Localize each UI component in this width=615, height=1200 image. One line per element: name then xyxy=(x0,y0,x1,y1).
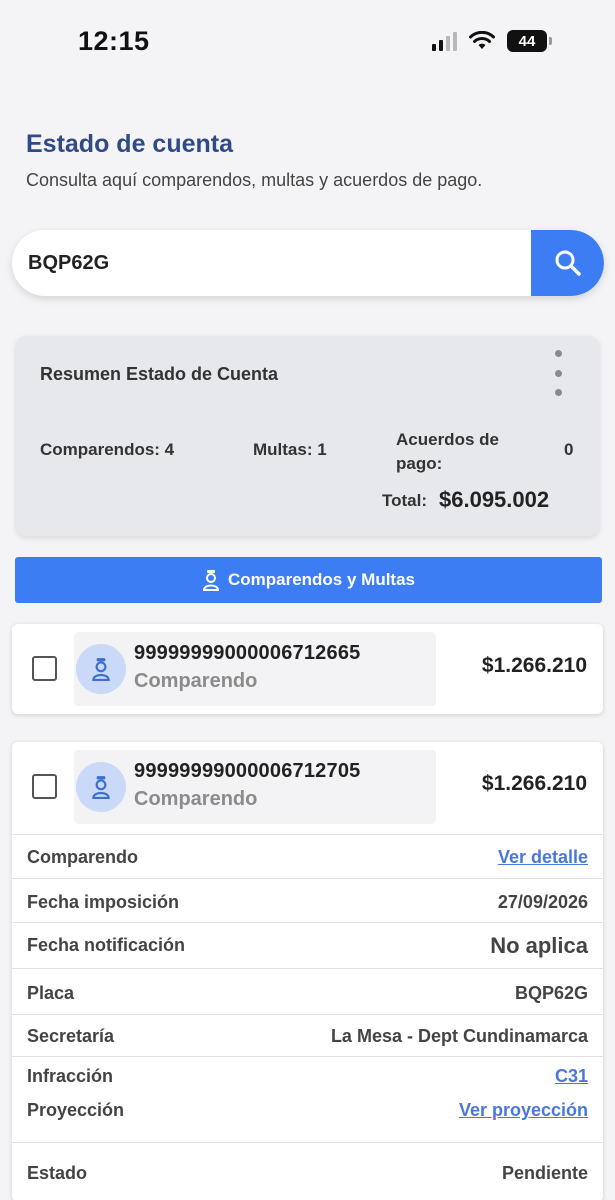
page-subtitle: Consulta aquí comparendos, multas y acue… xyxy=(26,170,483,190)
search-bar xyxy=(12,230,604,296)
summary-card: Resumen Estado de Cuenta Comparendos: 4 … xyxy=(16,336,599,536)
detail-row-estado: Estado Pendiente xyxy=(12,1142,603,1200)
item-type: Comparendo xyxy=(134,788,258,810)
status-icons: 44 xyxy=(432,30,552,52)
detail-label: Fecha imposición xyxy=(27,892,180,912)
ver-proyeccion-link[interactable]: Ver proyección xyxy=(459,1100,588,1121)
item-amount: $1.266.210 xyxy=(481,772,587,795)
detail-value: 27/09/2026 xyxy=(497,892,588,912)
item-info: 99999999000006712705 Comparendo xyxy=(74,750,436,824)
person-badge-icon xyxy=(202,570,219,591)
detail-row-fecha-notificacion: Fecha notificación No aplica xyxy=(12,922,603,968)
status-bar: 12:15 44 xyxy=(0,0,615,90)
detail-label: Estado xyxy=(27,1163,88,1183)
ver-detalle-link[interactable]: Ver detalle xyxy=(498,847,588,868)
item-info: 99999999000006712665 Comparendo xyxy=(74,632,436,706)
detail-row-proyeccion: Proyección Ver proyección xyxy=(12,1096,603,1142)
detail-label: Secretaría xyxy=(27,1026,115,1046)
acuerdos-label: Acuerdos de pago: xyxy=(396,430,499,473)
item-header: 99999999000006712665 Comparendo $1.266.2… xyxy=(12,624,603,714)
battery-icon: 44 xyxy=(507,30,552,52)
item-type: Comparendo xyxy=(134,670,258,692)
detail-row-comparendo: Comparendo Ver detalle xyxy=(12,834,603,878)
status-time: 12:15 xyxy=(78,26,150,56)
tab-comparendos-multas[interactable]: Comparendos y Multas xyxy=(15,557,602,603)
detail-value: BQP62G xyxy=(514,983,588,1003)
search-input[interactable] xyxy=(12,230,530,296)
comparendo-avatar-icon xyxy=(76,762,126,812)
more-options-icon[interactable] xyxy=(553,350,563,396)
detail-label: Infracción xyxy=(27,1066,114,1086)
detail-label: Proyección xyxy=(27,1100,125,1120)
multas-count: Multas: 1 xyxy=(253,440,327,459)
detail-row-secretaria: Secretaría La Mesa - Dept Cundinamarca xyxy=(12,1014,603,1056)
detail-value: No aplica xyxy=(490,933,588,958)
list-item[interactable]: 99999999000006712705 Comparendo $1.266.2… xyxy=(12,742,603,1200)
item-checkbox[interactable] xyxy=(32,774,57,799)
detail-value: La Mesa - Dept Cundinamarca xyxy=(330,1026,588,1046)
search-button[interactable] xyxy=(531,230,604,296)
total-value: $6.095.002 xyxy=(439,487,550,512)
cellular-signal-icon xyxy=(432,31,457,51)
item-checkbox[interactable] xyxy=(32,656,57,681)
wifi-icon xyxy=(469,31,495,49)
item-header: 99999999000006712705 Comparendo $1.266.2… xyxy=(12,742,603,832)
item-number: 99999999000006712665 xyxy=(134,642,361,664)
comparendos-count: Comparendos: 4 xyxy=(40,440,175,459)
search-icon xyxy=(555,250,581,276)
detail-row-fecha-imposicion: Fecha imposición 27/09/2026 xyxy=(12,878,603,922)
detail-row-infraccion: Infracción C31 xyxy=(12,1056,603,1096)
detail-table: Comparendo Ver detalle Fecha imposición … xyxy=(12,834,603,1200)
list-item[interactable]: 99999999000006712665 Comparendo $1.266.2… xyxy=(12,624,603,714)
comparendo-avatar-icon xyxy=(76,644,126,694)
item-amount: $1.266.210 xyxy=(481,654,587,677)
item-number: 99999999000006712705 xyxy=(134,760,361,782)
detail-label: Fecha notificación xyxy=(27,935,186,955)
summary-title: Resumen Estado de Cuenta xyxy=(40,364,279,384)
total-label: Total: xyxy=(382,491,428,510)
detail-label: Comparendo xyxy=(27,847,139,867)
tab-label: Comparendos y Multas xyxy=(227,570,416,589)
status-badge: Pendiente xyxy=(501,1163,588,1183)
acuerdos-value: 0 xyxy=(564,440,574,459)
detail-row-placa: Placa BQP62G xyxy=(12,968,603,1014)
page-title: Estado de cuenta xyxy=(26,130,233,158)
detail-label: Placa xyxy=(27,983,75,1003)
infraccion-link[interactable]: C31 xyxy=(555,1066,588,1087)
